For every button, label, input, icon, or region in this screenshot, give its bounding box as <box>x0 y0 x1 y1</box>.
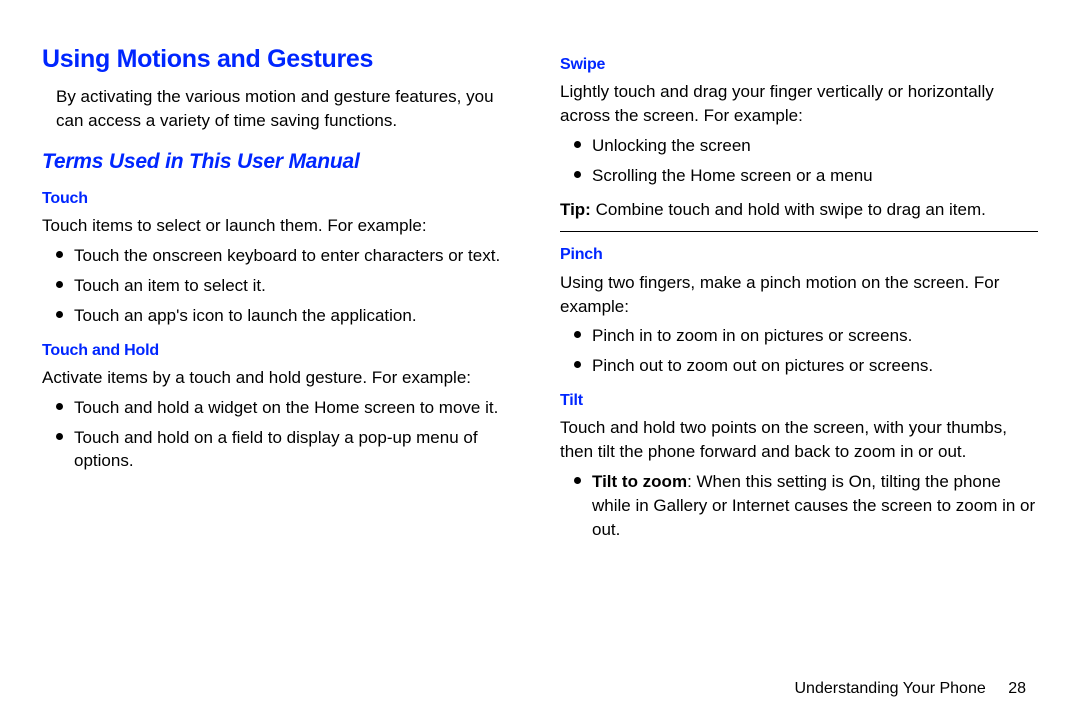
tilt-lead: Touch and hold two points on the screen,… <box>560 416 1038 464</box>
swipe-lead: Lightly touch and drag your finger verti… <box>560 80 1038 128</box>
tilt-heading: Tilt <box>560 390 1038 412</box>
list-item: Pinch in to zoom in on pictures or scree… <box>570 324 1038 348</box>
pinch-heading: Pinch <box>560 244 1038 266</box>
touch-hold-list: Touch and hold a widget on the Home scre… <box>42 396 520 473</box>
swipe-heading: Swipe <box>560 54 1038 76</box>
page-content: Using Motions and Gestures By activating… <box>0 0 1080 642</box>
pinch-list: Pinch in to zoom in on pictures or scree… <box>560 324 1038 378</box>
touch-heading: Touch <box>42 188 520 210</box>
list-item: Unlocking the screen <box>570 134 1038 158</box>
touch-hold-lead: Activate items by a touch and hold gestu… <box>42 366 520 390</box>
divider <box>560 231 1038 232</box>
intro-paragraph: By activating the various motion and ges… <box>56 85 520 133</box>
list-item: Scrolling the Home screen or a menu <box>570 164 1038 188</box>
subsection-heading: Terms Used in This User Manual <box>42 147 520 176</box>
footer-page-number: 28 <box>1008 680 1026 697</box>
swipe-tip: Tip: Combine touch and hold with swipe t… <box>560 198 1038 222</box>
left-column: Using Motions and Gestures By activating… <box>42 42 520 612</box>
swipe-list: Unlocking the screen Scrolling the Home … <box>560 134 1038 188</box>
tip-label: Tip: <box>560 200 591 219</box>
list-item: Tilt to zoom: When this setting is On, t… <box>570 470 1038 541</box>
touch-hold-heading: Touch and Hold <box>42 340 520 362</box>
section-heading: Using Motions and Gestures <box>42 42 520 77</box>
tilt-list: Tilt to zoom: When this setting is On, t… <box>560 470 1038 541</box>
pinch-lead: Using two fingers, make a pinch motion o… <box>560 271 1038 319</box>
list-item: Touch and hold a widget on the Home scre… <box>52 396 520 420</box>
tilt-bullet-label: Tilt to zoom <box>592 472 687 491</box>
list-item: Touch and hold on a field to display a p… <box>52 426 520 474</box>
tip-text: Combine touch and hold with swipe to dra… <box>591 200 986 219</box>
list-item: Touch an app's icon to launch the applic… <box>52 304 520 328</box>
list-item: Touch an item to select it. <box>52 274 520 298</box>
touch-lead: Touch items to select or launch them. Fo… <box>42 214 520 238</box>
footer-section: Understanding Your Phone <box>794 680 985 697</box>
list-item: Touch the onscreen keyboard to enter cha… <box>52 244 520 268</box>
touch-list: Touch the onscreen keyboard to enter cha… <box>42 244 520 327</box>
list-item: Pinch out to zoom out on pictures or scr… <box>570 354 1038 378</box>
right-column: Swipe Lightly touch and drag your finger… <box>560 42 1038 612</box>
page-footer: Understanding Your Phone 28 <box>794 680 1026 698</box>
